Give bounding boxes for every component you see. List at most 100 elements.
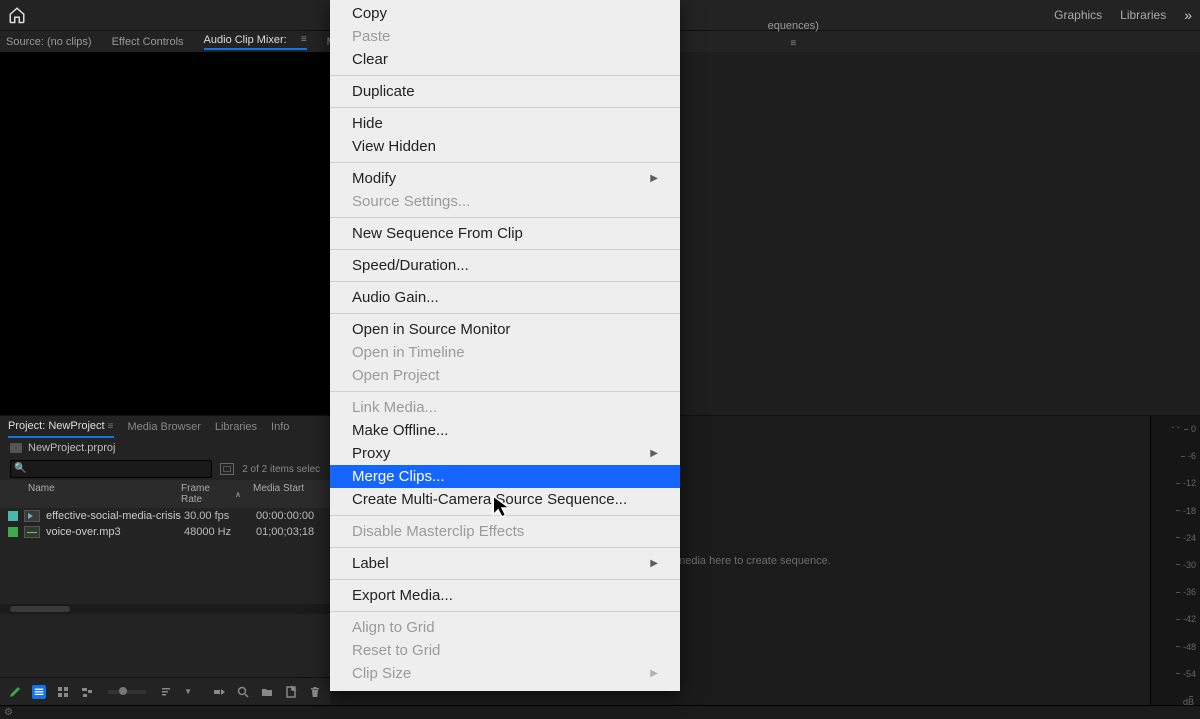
menu-item-label: Create Multi-Camera Source Sequence...	[352, 491, 627, 508]
menu-item-align-to-grid: Align to Grid	[330, 616, 680, 639]
icon-view-icon[interactable]	[56, 685, 70, 699]
trash-icon[interactable]	[308, 685, 322, 699]
menu-separator	[330, 162, 680, 163]
menu-item-label: Copy	[352, 5, 387, 22]
menu-item-label: Link Media...	[352, 399, 437, 416]
menu-item-open-in-source-monitor[interactable]: Open in Source Monitor	[330, 318, 680, 341]
automate-to-sequence-icon[interactable]	[212, 685, 226, 699]
menu-item-label: Clear	[352, 51, 388, 68]
status-settings-icon[interactable]: ⚙	[4, 707, 13, 718]
menu-item-label: Hide	[352, 115, 383, 132]
clip-media-start: 00:00:00:00	[256, 510, 330, 522]
clip-framerate: 30.00 fps	[184, 510, 256, 522]
tab-sequences-partial[interactable]: equences)	[768, 20, 819, 32]
writable-indicator-icon[interactable]	[8, 685, 22, 699]
panel-menu-icon-2[interactable]: ≡	[790, 38, 796, 49]
meter-tick: -18	[1176, 506, 1196, 516]
project-columns-header: Name Frame Rate∧ Media Start	[0, 480, 330, 508]
menu-item-make-offline[interactable]: Make Offline...	[330, 419, 680, 442]
menu-item-label: Clip Size	[352, 665, 411, 682]
menu-separator	[330, 107, 680, 108]
project-search-input[interactable]	[10, 460, 212, 478]
project-panel: Project: NewProject ≡ Media Browser Libr…	[0, 415, 330, 705]
mouse-cursor-icon	[491, 494, 515, 521]
clip-name: voice-over.mp3	[46, 526, 184, 538]
new-bin-icon[interactable]	[260, 685, 274, 699]
col-frame-rate[interactable]: Frame Rate∧	[175, 483, 247, 505]
panel-menu-icon-3[interactable]: ≡	[108, 421, 114, 432]
menu-item-hide[interactable]: Hide	[330, 112, 680, 135]
menu-item-label: Align to Grid	[352, 619, 435, 636]
search-icon: 🔍	[14, 463, 26, 474]
tab-source[interactable]: Source: (no clips)	[6, 36, 92, 48]
menu-item-clear[interactable]: Clear	[330, 48, 680, 71]
project-row[interactable]: voice-over.mp3 48000 Hz 01;00;03;18	[0, 524, 330, 540]
menu-item-merge-clips[interactable]: Merge Clips...	[330, 465, 680, 488]
clip-context-menu: Copy Paste Clear Duplicate Hide View Hidden Mo…	[330, 0, 680, 691]
meter-tick: -30	[1176, 560, 1196, 570]
clip-media-start: 01;00;03;18	[256, 526, 330, 538]
submenu-arrow-icon: ▶	[650, 173, 658, 184]
menu-item-view-hidden[interactable]: View Hidden	[330, 135, 680, 158]
menu-item-disable-masterclip-effects: Disable Masterclip Effects	[330, 520, 680, 543]
menu-item-open-in-timeline: Open in Timeline	[330, 341, 680, 364]
menu-separator	[330, 547, 680, 548]
list-view-icon[interactable]	[32, 685, 46, 699]
menu-item-copy[interactable]: Copy	[330, 2, 680, 25]
menu-item-label: Speed/Duration...	[352, 257, 469, 274]
meter-tick: -48	[1176, 642, 1196, 652]
home-icon[interactable]	[8, 6, 26, 24]
thumbnail-size-slider[interactable]	[108, 690, 146, 694]
freeform-view-icon[interactable]	[80, 685, 94, 699]
menu-item-label: Merge Clips...	[352, 468, 445, 485]
meter-tick: -12	[1176, 478, 1196, 488]
create-bin-from-search-icon[interactable]	[220, 463, 234, 475]
col-media-start[interactable]: Media Start	[247, 483, 330, 505]
menu-item-link-media: Link Media...	[330, 396, 680, 419]
menu-separator	[330, 579, 680, 580]
project-row[interactable]: effective-social-media-crisis 30.00 fps …	[0, 508, 330, 524]
menu-item-label[interactable]: Label▶	[330, 552, 680, 575]
menu-item-paste: Paste	[330, 25, 680, 48]
menu-separator	[330, 249, 680, 250]
tab-media-browser[interactable]: Media Browser	[128, 421, 201, 437]
menu-item-modify[interactable]: Modify▶	[330, 167, 680, 190]
tab-effect-controls[interactable]: Effect Controls	[112, 36, 184, 48]
tab-info[interactable]: Info	[271, 421, 289, 437]
menu-item-proxy[interactable]: Proxy▶	[330, 442, 680, 465]
panel-menu-icon[interactable]: ≡	[301, 34, 307, 45]
meter-tick: -54	[1176, 669, 1196, 679]
clip-name: effective-social-media-crisis	[46, 510, 184, 522]
meter-tick: -6	[1176, 451, 1196, 461]
menu-item-export-media[interactable]: Export Media...	[330, 584, 680, 607]
new-item-icon[interactable]	[284, 685, 298, 699]
menu-item-clip-size: Clip Size▶	[330, 662, 680, 685]
meter-tick: 0	[1176, 424, 1196, 434]
menu-item-source-settings: Source Settings...	[330, 190, 680, 213]
menu-separator	[330, 313, 680, 314]
tab-libraries[interactable]: Libraries	[215, 421, 257, 437]
col-name[interactable]: Name	[0, 483, 175, 505]
project-h-scrollbar[interactable]	[0, 604, 330, 614]
menu-item-new-sequence-from-clip[interactable]: New Sequence From Clip	[330, 222, 680, 245]
menu-item-reset-to-grid: Reset to Grid	[330, 639, 680, 662]
tab-project[interactable]: Project: NewProject ≡	[8, 420, 114, 438]
menu-item-label: Duplicate	[352, 83, 415, 100]
status-bar: ⚙	[0, 705, 1200, 719]
menu-item-audio-gain[interactable]: Audio Gain...	[330, 286, 680, 309]
menu-item-speed-duration[interactable]: Speed/Duration...	[330, 254, 680, 277]
label-swatch	[8, 527, 18, 537]
menu-item-duplicate[interactable]: Duplicate	[330, 80, 680, 103]
sort-icon[interactable]	[160, 685, 174, 699]
tab-audio-clip-mixer[interactable]: Audio Clip Mixer: ≡	[204, 34, 307, 50]
find-icon[interactable]	[236, 685, 250, 699]
sort-ascending-icon: ∧	[235, 490, 241, 499]
menu-item-label: View Hidden	[352, 138, 436, 155]
menu-item-label: Open in Source Monitor	[352, 321, 510, 338]
col-frame-rate-label: Frame Rate	[181, 483, 232, 505]
video-clip-icon	[24, 510, 40, 522]
chevron-down-icon[interactable]: ▼	[184, 687, 192, 696]
clip-framerate: 48000 Hz	[184, 526, 256, 538]
tab-project-label: Project: NewProject	[8, 420, 105, 432]
meter-tick: -24	[1176, 533, 1196, 543]
